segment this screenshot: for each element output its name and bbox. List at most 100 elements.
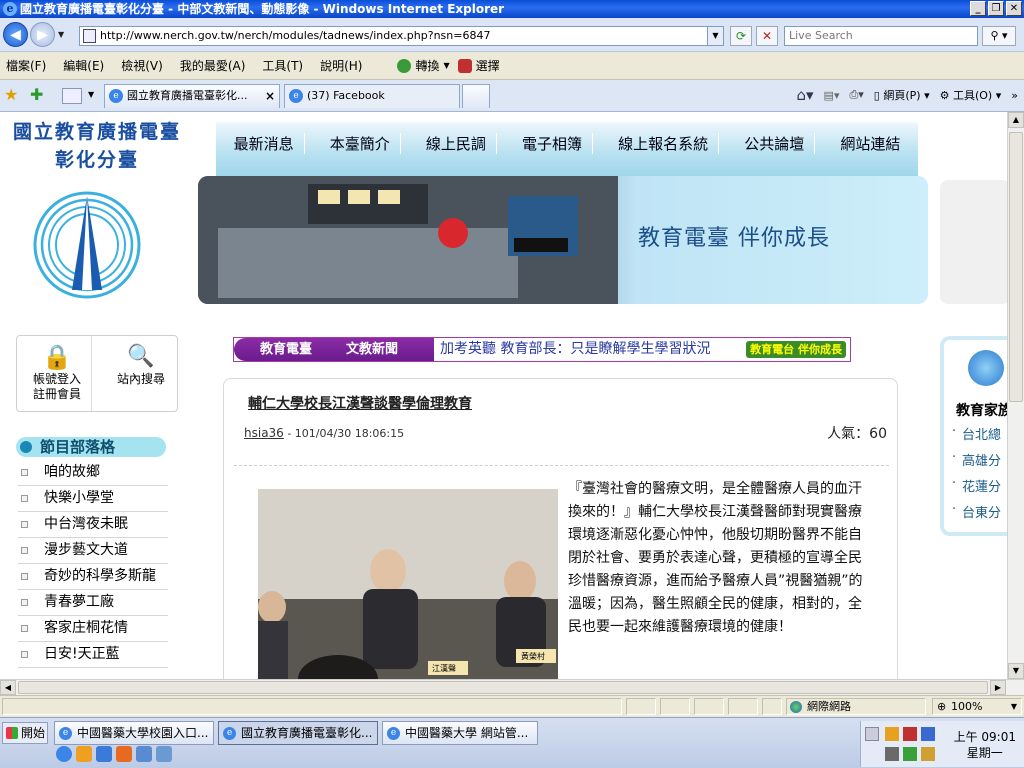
taskbar-item-active[interactable]: e 國立教育廣播電臺彰化... bbox=[218, 721, 378, 745]
minimize-button[interactable]: _ bbox=[970, 1, 986, 16]
tab-list-dropdown[interactable]: ▼ bbox=[88, 90, 94, 99]
menu-favorites[interactable]: 我的最愛(A) bbox=[180, 57, 246, 74]
site-title-line2: 彰化分臺 bbox=[54, 149, 139, 171]
program-link[interactable]: 漫步藝文大道 bbox=[18, 538, 168, 564]
add-favorite-icon[interactable]: ✚ bbox=[30, 85, 43, 104]
program-link[interactable]: 咱的故鄉 bbox=[18, 460, 168, 486]
quick-tabs-icon[interactable] bbox=[62, 88, 82, 104]
feeds-icon[interactable]: ▤▾ bbox=[824, 89, 840, 102]
tab-nerch[interactable]: e 國立教育廣播電臺彰化... × bbox=[104, 84, 280, 108]
favorites-star-icon[interactable]: ★ bbox=[4, 85, 18, 104]
status-cell bbox=[694, 698, 724, 715]
window-title-bar[interactable]: e 國立教育廣播電臺彰化分臺 - 中部文教新聞、動態影像 - Windows I… bbox=[0, 0, 1024, 18]
menu-help[interactable]: 說明(H) bbox=[320, 57, 362, 74]
vertical-scrollbar[interactable]: ▲ ▼ bbox=[1007, 112, 1024, 679]
close-tab-icon[interactable]: × bbox=[265, 85, 275, 107]
tray-icon[interactable] bbox=[903, 747, 917, 761]
bullet-icon bbox=[21, 625, 28, 632]
scroll-left-icon[interactable]: ◀ bbox=[0, 680, 16, 695]
page-menu[interactable]: ▯ 網頁(P) ▾ bbox=[874, 87, 930, 103]
messenger-icon[interactable] bbox=[116, 746, 132, 762]
address-input[interactable]: http://www.nerch.gov.tw/nerch/modules/ta… bbox=[79, 26, 724, 46]
tray-icon[interactable] bbox=[921, 727, 935, 741]
article-title[interactable]: 輔仁大學校長江漢聲談醫學倫理教育 bbox=[248, 393, 472, 413]
nav-photo-album[interactable]: 電子相簿 bbox=[512, 132, 593, 154]
program-link[interactable]: 快樂小學堂 bbox=[18, 486, 168, 512]
forward-button[interactable]: ▶ bbox=[30, 22, 55, 47]
windows-logo-icon bbox=[6, 727, 18, 739]
menu-edit[interactable]: 編輯(E) bbox=[63, 57, 104, 74]
page-icon bbox=[83, 29, 96, 43]
station-link[interactable]: 台東分 bbox=[952, 502, 1001, 521]
menu-file[interactable]: 檔案(F) bbox=[6, 57, 46, 74]
program-label: 客家庄桐花情 bbox=[44, 620, 128, 636]
scroll-thumb[interactable] bbox=[1009, 132, 1023, 402]
more-chevron-icon[interactable]: » bbox=[1011, 89, 1018, 102]
nav-online-poll[interactable]: 線上民調 bbox=[416, 132, 497, 154]
ie-logo-icon: e bbox=[3, 2, 17, 16]
refresh-button[interactable]: ⟳ bbox=[730, 26, 752, 46]
close-button[interactable]: ✕ bbox=[1006, 1, 1022, 16]
stop-button[interactable]: ✕ bbox=[756, 26, 778, 46]
live-search-input[interactable]: Live Search bbox=[784, 26, 978, 46]
login-register-button[interactable]: 🔒 帳號登入 註冊會員 bbox=[29, 342, 85, 402]
taskbar-item[interactable]: e 中國醫藥大學校園入口... bbox=[54, 721, 214, 745]
back-button[interactable]: ◀ bbox=[3, 22, 28, 47]
convert-button[interactable]: 轉換 ▼ bbox=[397, 57, 450, 74]
restore-button[interactable]: ❐ bbox=[988, 1, 1004, 16]
window-icon[interactable] bbox=[136, 746, 152, 762]
station-link[interactable]: 高雄分 bbox=[952, 450, 1001, 469]
nav-website-links[interactable]: 網站連結 bbox=[830, 133, 910, 154]
media-icon[interactable] bbox=[96, 746, 112, 762]
tray-icon[interactable] bbox=[921, 747, 935, 761]
tools-menu[interactable]: ⚙ 工具(O) ▾ bbox=[940, 87, 1002, 103]
tray-icon[interactable] bbox=[903, 727, 917, 741]
nav-about[interactable]: 本臺簡介 bbox=[320, 132, 401, 154]
scroll-down-icon[interactable]: ▼ bbox=[1008, 663, 1024, 679]
status-cell bbox=[762, 698, 782, 715]
start-button[interactable]: 開始 bbox=[2, 722, 48, 744]
new-tab-button[interactable] bbox=[462, 84, 490, 108]
scroll-right-icon[interactable]: ▶ bbox=[990, 680, 1006, 695]
print-icon[interactable]: ⎙▾ bbox=[849, 88, 863, 102]
recent-pages-dropdown[interactable]: ▼ bbox=[58, 30, 64, 39]
clock-app-icon[interactable] bbox=[76, 746, 92, 762]
ie-launch-icon[interactable] bbox=[56, 746, 72, 762]
site-title[interactable]: 國立教育廣播電臺 彰化分臺 bbox=[12, 118, 182, 174]
zoom-control[interactable]: ⊕ 100% ▼ bbox=[932, 698, 1022, 715]
taskbar-item[interactable]: e 中國醫藥大學 網站管... bbox=[382, 721, 538, 745]
program-link[interactable]: 奇妙的科學多斯龍 bbox=[18, 564, 168, 590]
tray-icon[interactable] bbox=[885, 727, 899, 741]
station-link[interactable]: 台北總 bbox=[952, 424, 1001, 443]
menu-view[interactable]: 檢視(V) bbox=[121, 57, 163, 74]
nav-public-forum[interactable]: 公共論壇 bbox=[734, 132, 816, 154]
program-link[interactable]: 客家庄桐花情 bbox=[18, 616, 168, 642]
address-dropdown[interactable]: ▼ bbox=[707, 27, 723, 45]
nav-latest-news[interactable]: 最新消息 bbox=[224, 132, 305, 154]
scroll-up-icon[interactable]: ▲ bbox=[1008, 112, 1024, 128]
desktop-icon[interactable] bbox=[156, 746, 172, 762]
clock[interactable]: 上午 09:01 星期一 bbox=[954, 729, 1016, 761]
home-icon[interactable]: ⌂▾ bbox=[796, 86, 813, 104]
tray-icon[interactable] bbox=[885, 747, 899, 761]
program-link[interactable]: 日安!天正藍 bbox=[18, 642, 168, 668]
tray-icon[interactable] bbox=[865, 727, 879, 741]
nav-online-registration[interactable]: 線上報名系統 bbox=[608, 132, 720, 154]
program-link[interactable]: 中台灣夜未眠 bbox=[18, 512, 168, 538]
site-search-button[interactable]: 🔍 站內搜尋 bbox=[109, 342, 173, 387]
article-photo[interactable]: 江漢聲 黃榮村 bbox=[258, 489, 558, 679]
tab-facebook[interactable]: e (37) Facebook bbox=[284, 84, 460, 108]
article-author[interactable]: hsia36 bbox=[244, 426, 284, 440]
program-link[interactable]: 青春夢工廠 bbox=[18, 590, 168, 616]
search-go-button[interactable]: ⚲ ▾ bbox=[982, 26, 1016, 46]
menu-tools[interactable]: 工具(T) bbox=[262, 57, 303, 74]
horizontal-scrollbar[interactable]: ◀ ▶ bbox=[0, 679, 1024, 695]
select-label: 選擇 bbox=[475, 59, 500, 73]
station-link[interactable]: 花蓮分 bbox=[952, 476, 1001, 495]
ticker-headline-link[interactable]: 加考英聽 教育部長：只是瞭解學生學習狀況 bbox=[440, 338, 710, 361]
zoom-level: 100% bbox=[951, 700, 983, 713]
studio-console-image bbox=[198, 176, 618, 304]
security-zone[interactable]: 網際網路 bbox=[786, 698, 926, 715]
select-button[interactable]: 選擇 bbox=[457, 57, 500, 74]
scroll-thumb-horizontal[interactable] bbox=[18, 681, 988, 694]
